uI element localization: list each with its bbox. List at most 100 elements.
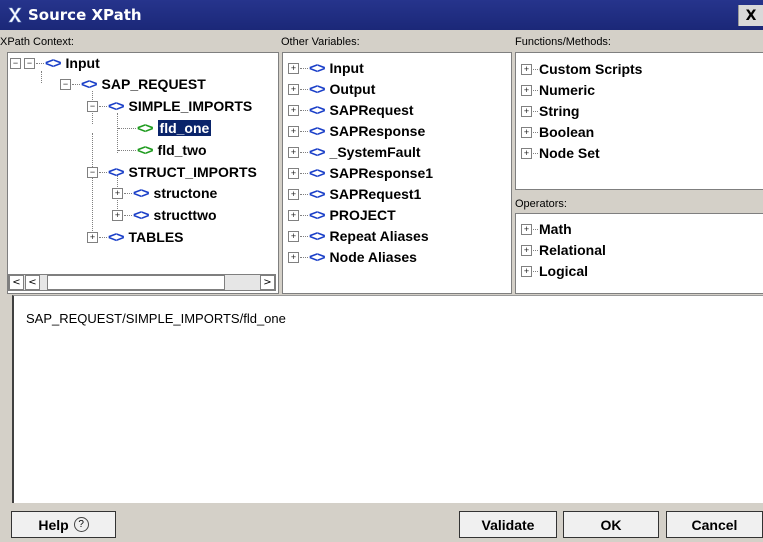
element-icon: <>	[309, 185, 326, 203]
help-button[interactable]: Help ?	[11, 511, 116, 538]
collapse-icon[interactable]: −	[10, 57, 21, 69]
context-hscrollbar[interactable]: < < >	[8, 274, 276, 291]
tree-item-struct-imports[interactable]: − <> STRUCT_IMPORTS	[87, 162, 257, 182]
func-item-label: String	[539, 103, 580, 119]
expand-icon[interactable]: +	[288, 167, 299, 179]
element-icon: <>	[309, 164, 326, 182]
expand-icon[interactable]: +	[288, 125, 299, 137]
var-item-project[interactable]: + <> PROJECT	[288, 205, 396, 225]
tree-item-label: structone	[153, 185, 218, 201]
tree-item-input[interactable]: − − <> Input	[10, 53, 100, 73]
collapse-icon[interactable]: −	[24, 57, 35, 69]
tree-item-fld-two[interactable]: <> fld_two	[117, 140, 207, 160]
var-item-sapresponse[interactable]: + <> SAPResponse	[288, 121, 425, 141]
expand-icon[interactable]: +	[288, 230, 299, 242]
scroll-right-icon[interactable]: >	[260, 275, 275, 290]
tree-item-label: STRUCT_IMPORTS	[128, 164, 257, 180]
element-icon: <>	[309, 143, 326, 161]
expand-icon[interactable]: +	[288, 188, 299, 200]
element-icon: <>	[108, 163, 125, 181]
help-icon: ?	[73, 517, 89, 532]
element-icon: <>	[108, 228, 125, 246]
tree-item-structtwo[interactable]: + <> structtwo	[112, 205, 217, 225]
xpath-app-icon	[8, 7, 22, 23]
title-bar: Source XPath X	[0, 0, 763, 30]
ok-button[interactable]: OK	[563, 511, 659, 538]
var-item-label: SAPResponse1	[329, 165, 434, 181]
variables-tree[interactable]: + <> Input + <> Output + <> SAPRequest + <> SAPR…	[282, 52, 512, 294]
functions-tree[interactable]: + Custom Scripts + Numeric + String + Boolea…	[515, 52, 763, 190]
var-item-label: Output	[329, 81, 376, 97]
var-item-node-aliases[interactable]: + <> Node Aliases	[288, 247, 417, 267]
tree-item-label: TABLES	[128, 229, 184, 245]
op-item-logical[interactable]: + Logical	[521, 261, 588, 281]
collapse-icon[interactable]: −	[87, 100, 98, 112]
var-item-output[interactable]: + <> Output	[288, 79, 375, 99]
scroll-left-icon[interactable]: <	[25, 275, 40, 290]
operators-tree[interactable]: + Math + Relational + Logical	[515, 213, 763, 294]
context-tree[interactable]: − − <> Input − <> SAP_REQUEST − <> SIMPL…	[7, 52, 279, 294]
expand-icon[interactable]: +	[521, 223, 532, 235]
var-item-label: Input	[329, 60, 364, 76]
scroll-left-icon[interactable]: <	[9, 275, 24, 290]
validate-button[interactable]: Validate	[459, 511, 557, 538]
cancel-button-label: Cancel	[691, 516, 738, 533]
element-icon: <>	[309, 248, 326, 266]
expand-icon[interactable]: +	[288, 104, 299, 116]
func-item-label: Boolean	[539, 124, 595, 140]
attribute-icon: <>	[137, 141, 154, 159]
expand-icon[interactable]: +	[521, 265, 532, 277]
tree-item-tables[interactable]: + <> TABLES	[87, 227, 184, 247]
window-title: Source XPath	[28, 6, 142, 24]
func-item-node-set[interactable]: + Node Set	[521, 143, 600, 163]
var-item-sapresponse1[interactable]: + <> SAPResponse1	[288, 163, 433, 183]
tree-item-sap-request[interactable]: − <> SAP_REQUEST	[60, 74, 206, 94]
expand-icon[interactable]: +	[521, 244, 532, 256]
xpath-expression-input[interactable]: SAP_REQUEST/SIMPLE_IMPORTS/fld_one	[12, 295, 763, 503]
tree-item-label: Input	[65, 55, 100, 71]
op-item-relational[interactable]: + Relational	[521, 240, 606, 260]
cancel-button[interactable]: Cancel	[666, 511, 763, 538]
func-item-numeric[interactable]: + Numeric	[521, 80, 595, 100]
op-item-math[interactable]: + Math	[521, 219, 572, 239]
expand-icon[interactable]: +	[521, 147, 532, 159]
expand-icon[interactable]: +	[288, 251, 299, 263]
element-icon: <>	[108, 97, 125, 115]
element-icon: <>	[133, 206, 150, 224]
collapse-icon[interactable]: −	[87, 166, 98, 178]
tree-item-structone[interactable]: + <> structone	[112, 183, 217, 203]
var-item-label: SAPRequest1	[329, 186, 422, 202]
tree-item-label-selected: fld_one	[157, 120, 212, 136]
expand-icon[interactable]: +	[521, 126, 532, 138]
var-item-saprequest1[interactable]: + <> SAPRequest1	[288, 184, 421, 204]
expand-icon[interactable]: +	[112, 209, 123, 221]
op-item-label: Logical	[539, 263, 589, 279]
validate-button-label: Validate	[481, 516, 535, 533]
expand-icon[interactable]: +	[521, 63, 532, 75]
operators-label: Operators:	[515, 198, 567, 210]
func-item-string[interactable]: + String	[521, 101, 579, 121]
tree-item-fld-one[interactable]: <> fld_one	[117, 118, 212, 138]
functions-label: Functions/Methods:	[515, 36, 611, 48]
expand-icon[interactable]: +	[521, 84, 532, 96]
func-item-custom-scripts[interactable]: + Custom Scripts	[521, 59, 642, 79]
var-item-repeat-aliases[interactable]: + <> Repeat Aliases	[288, 226, 429, 246]
tree-item-simple-imports[interactable]: − <> SIMPLE_IMPORTS	[87, 96, 252, 116]
close-button[interactable]: X	[738, 5, 763, 26]
context-label: XPath Context:	[0, 36, 74, 48]
expand-icon[interactable]: +	[288, 209, 299, 221]
expand-icon[interactable]: +	[112, 187, 123, 199]
var-item-systemfault[interactable]: + <> _SystemFault	[288, 142, 421, 162]
scrollbar-thumb[interactable]	[47, 275, 225, 290]
func-item-label: Numeric	[539, 82, 596, 98]
expand-icon[interactable]: +	[288, 62, 299, 74]
element-icon: <>	[133, 184, 150, 202]
func-item-boolean[interactable]: + Boolean	[521, 122, 594, 142]
expand-icon[interactable]: +	[87, 231, 98, 243]
var-item-input[interactable]: + <> Input	[288, 58, 364, 78]
expand-icon[interactable]: +	[521, 105, 532, 117]
expand-icon[interactable]: +	[288, 83, 299, 95]
collapse-icon[interactable]: −	[60, 78, 71, 90]
var-item-saprequest[interactable]: + <> SAPRequest	[288, 100, 414, 120]
expand-icon[interactable]: +	[288, 146, 299, 158]
